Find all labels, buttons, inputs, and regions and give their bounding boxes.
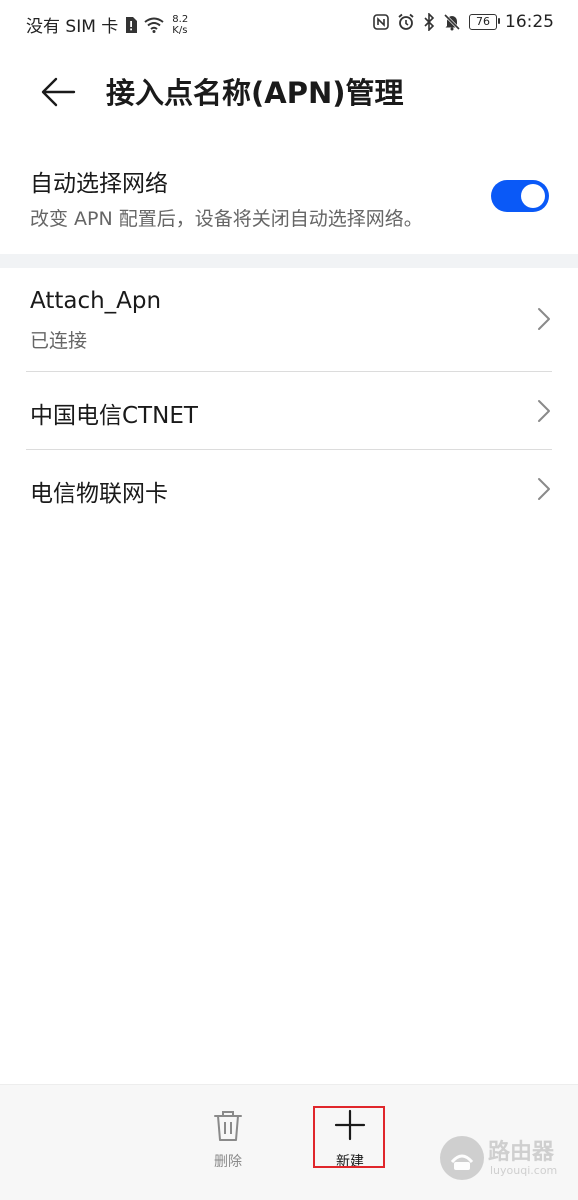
delete-button[interactable]: 删除 (193, 1101, 263, 1171)
delete-label: 删除 (214, 1154, 242, 1170)
status-left: 没有 SIM 卡 8.2 K/s (26, 12, 188, 38)
watermark: 路由器 luyouqi.com (440, 1132, 570, 1184)
apn-name: 电信物联网卡 (30, 481, 168, 507)
section-divider (0, 254, 578, 268)
back-button[interactable] (38, 74, 78, 110)
speed-unit: K/s (172, 24, 188, 36)
apn-item-ctnet[interactable]: 中国电信CTNET (0, 372, 578, 450)
auto-select-title: 自动选择网络 (30, 171, 168, 197)
mute-icon (443, 13, 461, 31)
apn-list: Attach_Apn 已连接 中国电信CTNET 电信物联网卡 (0, 268, 578, 528)
toggle-knob (521, 184, 545, 208)
auto-select-network-row[interactable]: 自动选择网络 改变 APN 配置后，设备将关闭自动选择网络。 (0, 156, 578, 240)
alarm-icon (397, 13, 415, 31)
nfc-icon (373, 14, 389, 30)
carrier-text: 没有 SIM 卡 (26, 17, 119, 37)
network-speed: 8.2 K/s (172, 14, 188, 36)
apn-settings-screen: 没有 SIM 卡 8.2 K/s 76 16:25 接入点名称(APN)管理 自… (0, 0, 578, 1200)
apn-name: Attach_Apn (30, 288, 162, 314)
apn-status: 已连接 (30, 330, 88, 352)
wifi-icon (144, 17, 164, 33)
apn-name: 中国电信CTNET (30, 403, 198, 429)
status-bar: 没有 SIM 卡 8.2 K/s 76 16:25 (0, 0, 578, 46)
annotation-highlight-box (313, 1106, 385, 1168)
auto-select-toggle[interactable] (491, 180, 549, 212)
sim-alert-icon (124, 16, 138, 34)
clock: 16:25 (505, 12, 554, 32)
battery-level: 76 (476, 15, 490, 28)
watermark-logo-icon (440, 1136, 484, 1180)
watermark-subtext: luyouqi.com (490, 1164, 558, 1177)
battery-icon: 76 (469, 14, 500, 30)
trash-icon (212, 1109, 244, 1147)
back-arrow-icon (38, 77, 78, 114)
app-header: 接入点名称(APN)管理 (0, 60, 578, 124)
chevron-right-icon (536, 306, 552, 332)
page-title: 接入点名称(APN)管理 (106, 76, 404, 110)
chevron-right-icon (536, 476, 552, 502)
watermark-text: 路由器 (488, 1140, 555, 1165)
chevron-right-icon (536, 398, 552, 424)
bluetooth-icon (423, 13, 435, 31)
auto-select-subtitle: 改变 APN 配置后，设备将关闭自动选择网络。 (30, 208, 423, 230)
status-right: 76 16:25 (373, 12, 554, 32)
apn-item-iot[interactable]: 电信物联网卡 (0, 450, 578, 528)
speed-value: 8.2 (172, 13, 189, 25)
apn-item-attach[interactable]: Attach_Apn 已连接 (0, 268, 578, 372)
